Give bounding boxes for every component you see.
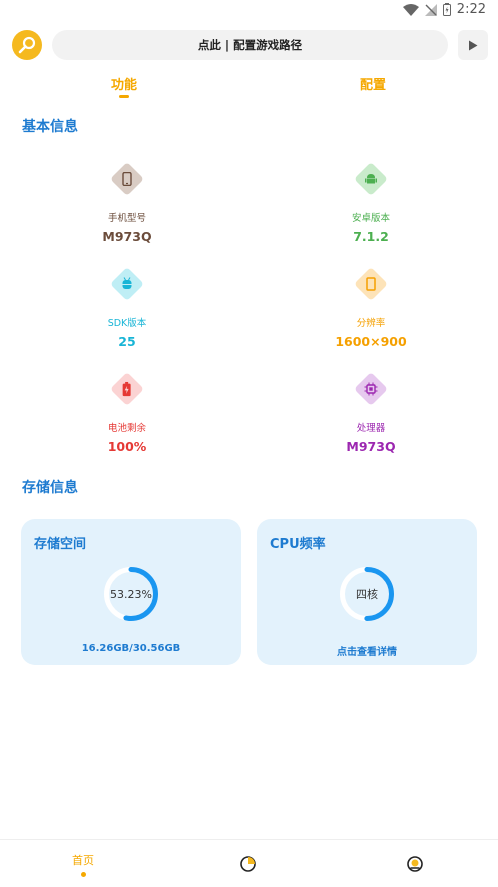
info-item-android: 安卓版本 7.1.2: [291, 161, 451, 244]
info-item-resolution: 分辨率 1600×900: [291, 266, 451, 349]
storage-info-title: 存储信息: [22, 480, 78, 496]
android-icon: [354, 162, 388, 196]
status-icons: 2:22: [402, 2, 486, 17]
no-signal-icon: [424, 3, 437, 16]
storage-percent: 53.23%: [110, 587, 152, 601]
info-value: 1600×900: [335, 334, 407, 349]
tab-indicator: [119, 95, 129, 98]
info-label: 安卓版本: [351, 213, 390, 224]
nav-active-dot: [80, 871, 86, 877]
storage-card[interactable]: 存储空间 53.23% 16.26GB/30.56GB: [21, 519, 241, 665]
wrench-icon: [18, 36, 36, 54]
info-value: 25: [118, 334, 136, 349]
nav-home-label: 首页: [72, 853, 94, 867]
info-item-processor: 处理器 M973Q: [291, 371, 451, 454]
info-value: M973Q: [102, 229, 152, 244]
info-item-model: 手机型号 M973Q: [47, 161, 207, 244]
storage-usage-text: 16.26GB/30.56GB: [81, 643, 181, 654]
clock-text: 2:22: [456, 2, 486, 17]
info-label: 分辨率: [356, 318, 386, 329]
cpu-core-text: 四核: [356, 588, 378, 601]
info-value: M973Q: [346, 439, 396, 454]
tab-bar: 功能 配置: [0, 74, 498, 100]
sdk-robot-icon: [110, 267, 144, 301]
cpu-details-link[interactable]: 点击查看详情: [257, 643, 477, 658]
play-button[interactable]: [458, 30, 488, 60]
profile-icon: [407, 856, 423, 872]
game-path-text: 点此 | 配置游戏路径: [197, 38, 303, 52]
game-path-bar[interactable]: 点此 | 配置游戏路径: [52, 30, 448, 60]
cpu-card[interactable]: CPU频率 四核 点击查看详情: [257, 519, 477, 665]
info-label: 电池剩余: [107, 423, 146, 434]
battery-icon: [110, 372, 144, 406]
battery-status-icon: [442, 3, 451, 16]
info-label: 处理器: [356, 423, 386, 434]
resolution-icon: [354, 267, 388, 301]
tab-config[interactable]: 配置: [343, 74, 403, 93]
info-value: 7.1.2: [353, 229, 389, 244]
phone-icon: [110, 162, 144, 196]
info-item-battery: 电池剩余 100%: [47, 371, 207, 454]
info-label: SDK版本: [107, 318, 147, 329]
tab-function[interactable]: 功能: [94, 74, 154, 93]
info-item-sdk: SDK版本 25: [47, 266, 207, 349]
top-bar: 点此 | 配置游戏路径: [10, 28, 488, 62]
nav-profile[interactable]: [385, 840, 445, 887]
pie-chart-icon: [240, 856, 256, 872]
play-icon: [469, 40, 478, 50]
nav-home[interactable]: 首页: [53, 840, 113, 887]
cpu-chip-icon: [354, 372, 388, 406]
storage-card-title: 存储空间: [34, 537, 87, 552]
status-bar: 2:22: [0, 0, 498, 22]
info-label: 手机型号: [107, 213, 146, 224]
cpu-card-title: CPU频率: [270, 537, 326, 552]
bottom-nav: 首页: [0, 839, 498, 887]
app-logo[interactable]: [12, 30, 42, 60]
info-value: 100%: [107, 439, 147, 454]
basic-info-title: 基本信息: [22, 119, 78, 135]
nav-stats[interactable]: [218, 840, 278, 887]
wifi-icon: [402, 3, 419, 16]
